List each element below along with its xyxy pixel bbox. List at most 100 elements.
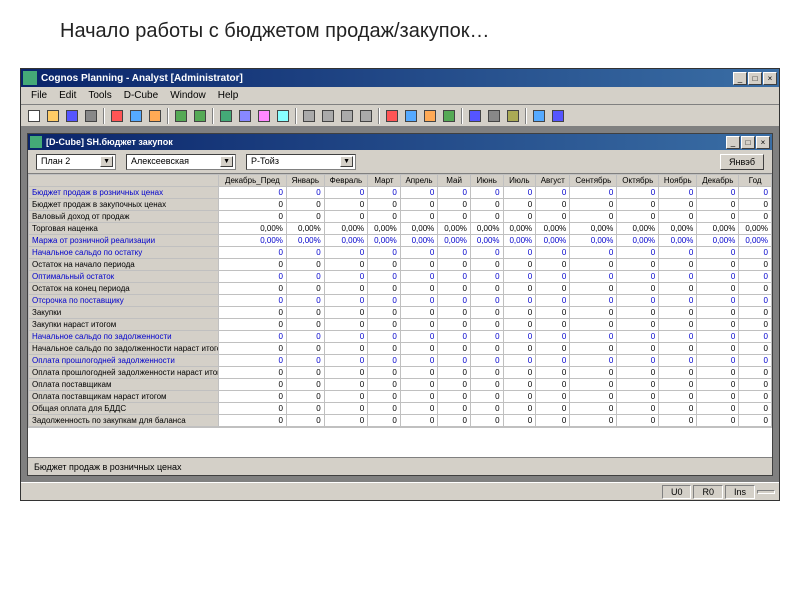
- cell[interactable]: 0: [438, 391, 471, 403]
- cell[interactable]: 0: [536, 415, 570, 427]
- cell[interactable]: 0: [219, 283, 287, 295]
- col-header[interactable]: Ноябрь: [659, 175, 697, 187]
- cell[interactable]: 0: [324, 199, 367, 211]
- cell[interactable]: 0: [739, 379, 772, 391]
- cell[interactable]: 0: [368, 343, 401, 355]
- cell[interactable]: 0: [219, 415, 287, 427]
- cell[interactable]: 0: [470, 295, 503, 307]
- cell[interactable]: 0: [570, 343, 617, 355]
- cell[interactable]: 0: [697, 343, 739, 355]
- cell[interactable]: 0: [739, 403, 772, 415]
- cell[interactable]: 0: [400, 211, 438, 223]
- cell[interactable]: 0,00%: [697, 223, 739, 235]
- cell[interactable]: 0: [570, 271, 617, 283]
- cell[interactable]: 0: [400, 367, 438, 379]
- cell[interactable]: 0: [570, 403, 617, 415]
- cell[interactable]: 0: [739, 307, 772, 319]
- cell[interactable]: 0: [503, 379, 536, 391]
- cell[interactable]: 0,00%: [286, 223, 324, 235]
- paste-button[interactable]: [146, 107, 164, 125]
- cell[interactable]: 0: [470, 307, 503, 319]
- cell[interactable]: 0,00%: [536, 223, 570, 235]
- cell[interactable]: 0: [536, 259, 570, 271]
- cell[interactable]: 0: [286, 331, 324, 343]
- cell[interactable]: 0,00%: [219, 223, 287, 235]
- cell[interactable]: 0: [438, 415, 471, 427]
- cell[interactable]: 0: [219, 331, 287, 343]
- col-header[interactable]: Сентябрь: [570, 175, 617, 187]
- cell[interactable]: 0: [470, 367, 503, 379]
- row-header[interactable]: Бюджет продаж в розничных ценах: [29, 187, 219, 199]
- cell[interactable]: 0: [438, 379, 471, 391]
- open-button[interactable]: [44, 107, 62, 125]
- cell[interactable]: 0: [324, 211, 367, 223]
- cell[interactable]: 0: [438, 403, 471, 415]
- col-header[interactable]: Год: [739, 175, 772, 187]
- cell[interactable]: 0: [659, 307, 697, 319]
- cell[interactable]: 0: [368, 199, 401, 211]
- cell[interactable]: 0: [570, 379, 617, 391]
- cell[interactable]: 0: [286, 199, 324, 211]
- cell[interactable]: 0: [536, 199, 570, 211]
- cell[interactable]: 0: [368, 307, 401, 319]
- cell[interactable]: 0: [570, 367, 617, 379]
- inner-maximize-button[interactable]: □: [741, 136, 755, 149]
- cell[interactable]: 0: [503, 187, 536, 199]
- cell[interactable]: 0: [219, 211, 287, 223]
- cell[interactable]: 0: [400, 403, 438, 415]
- row-header[interactable]: Оплата поставщикам: [29, 379, 219, 391]
- cell[interactable]: 0: [400, 187, 438, 199]
- cell[interactable]: 0: [659, 367, 697, 379]
- cell[interactable]: 0: [659, 355, 697, 367]
- cell[interactable]: 0: [324, 319, 367, 331]
- new-button[interactable]: [25, 107, 43, 125]
- cell[interactable]: 0: [503, 403, 536, 415]
- cell[interactable]: 0: [438, 283, 471, 295]
- cell[interactable]: 0: [536, 355, 570, 367]
- cell[interactable]: 0: [324, 187, 367, 199]
- cell[interactable]: 0: [536, 319, 570, 331]
- cell[interactable]: 0,00%: [659, 235, 697, 247]
- cell[interactable]: 0: [536, 211, 570, 223]
- cell[interactable]: 0,00%: [617, 223, 659, 235]
- cell[interactable]: 0: [438, 295, 471, 307]
- dimension-button[interactable]: [255, 107, 273, 125]
- cell[interactable]: 0: [739, 391, 772, 403]
- cell[interactable]: 0: [400, 271, 438, 283]
- refresh-button[interactable]: [466, 107, 484, 125]
- cell[interactable]: 0: [536, 343, 570, 355]
- cell[interactable]: 0: [570, 307, 617, 319]
- cell[interactable]: 0: [438, 247, 471, 259]
- menu-edit[interactable]: Edit: [53, 88, 82, 103]
- cell[interactable]: 0,00%: [400, 223, 438, 235]
- filter-product-combo[interactable]: Р-Тойз: [246, 154, 356, 170]
- cell[interactable]: 0: [219, 259, 287, 271]
- cell[interactable]: 0: [697, 271, 739, 283]
- chart-button[interactable]: [383, 107, 401, 125]
- cell[interactable]: 0: [438, 367, 471, 379]
- cell[interactable]: 0: [286, 283, 324, 295]
- col-header[interactable]: Июль: [503, 175, 536, 187]
- cell[interactable]: 0: [739, 247, 772, 259]
- cell[interactable]: 0: [470, 415, 503, 427]
- maximize-button[interactable]: □: [748, 72, 762, 85]
- cell[interactable]: 0: [570, 259, 617, 271]
- calc-button[interactable]: [485, 107, 503, 125]
- cell[interactable]: 0: [368, 331, 401, 343]
- cell[interactable]: 0: [659, 199, 697, 211]
- cell[interactable]: 0: [659, 211, 697, 223]
- cell[interactable]: 0: [739, 355, 772, 367]
- inner-close-button[interactable]: ×: [756, 136, 770, 149]
- cell[interactable]: 0: [570, 415, 617, 427]
- slice-button[interactable]: [236, 107, 254, 125]
- cell[interactable]: 0: [368, 355, 401, 367]
- cell[interactable]: 0,00%: [739, 235, 772, 247]
- cell[interactable]: 0: [570, 199, 617, 211]
- cell[interactable]: 0: [536, 271, 570, 283]
- cell[interactable]: 0: [368, 295, 401, 307]
- cell[interactable]: 0: [739, 343, 772, 355]
- row-header[interactable]: Торговая наценка: [29, 223, 219, 235]
- menu-help[interactable]: Help: [212, 88, 245, 103]
- cell[interactable]: 0: [470, 379, 503, 391]
- cell[interactable]: 0,00%: [739, 223, 772, 235]
